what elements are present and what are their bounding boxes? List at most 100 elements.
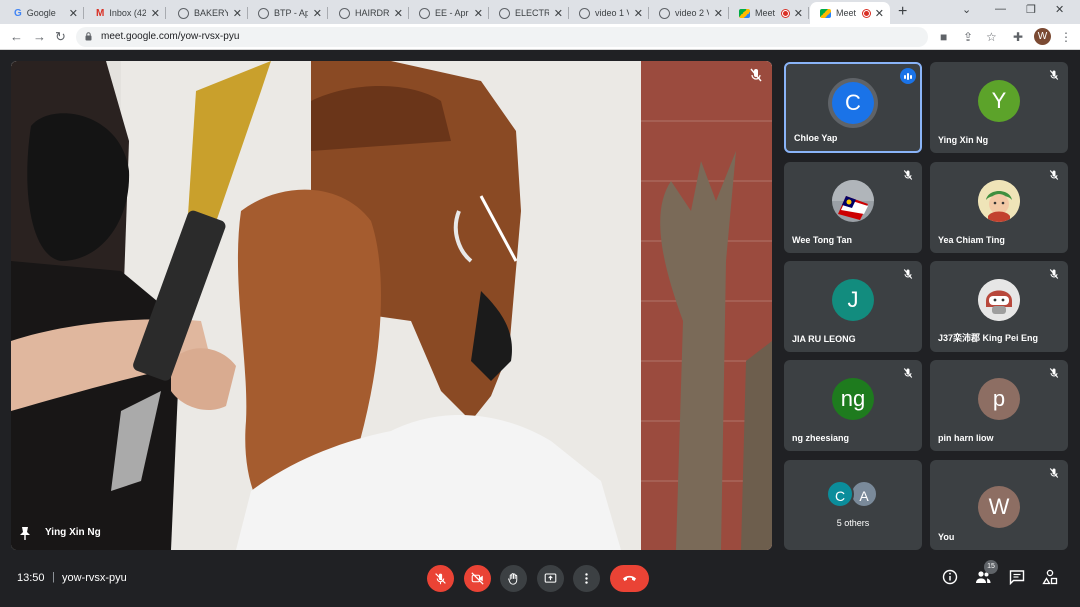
avatar: p	[978, 378, 1020, 420]
camera-indicator-icon[interactable]: ■	[940, 30, 947, 44]
close-tab-icon[interactable]: ✕	[554, 7, 563, 20]
participant-name: Chloe Yap	[794, 133, 838, 143]
new-tab-icon[interactable]: +	[898, 3, 907, 21]
featured-participant-name: Ying Xin Ng	[45, 527, 101, 538]
present-now-button[interactable]	[537, 565, 564, 592]
meeting-controls-bar: 13:50 | yow-rvsx-pyu 15	[0, 556, 1080, 607]
featured-video[interactable]: Ying Xin Ng	[11, 61, 772, 550]
participant-tile[interactable]: Wee Tong Tan	[784, 162, 922, 253]
participant-tile[interactable]: Y Ying Xin Ng	[930, 62, 1068, 153]
tab-meet-2[interactable]: Meet ✕	[810, 2, 890, 24]
participant-tile[interactable]: J37栾沛郡 King Pei Eng	[930, 261, 1068, 352]
participant-name: J37栾沛郡 King Pei Eng	[938, 333, 1039, 343]
tab-google[interactable]: G Google ✕	[4, 2, 84, 24]
share-icon[interactable]: ⇪	[963, 30, 973, 44]
reload-icon[interactable]: ↻	[55, 29, 66, 45]
close-tab-icon[interactable]: ✕	[634, 7, 643, 20]
close-tab-icon[interactable]: ✕	[151, 7, 160, 20]
others-count: 5 others	[836, 518, 870, 528]
chat-icon[interactable]	[1009, 569, 1025, 585]
self-tile[interactable]: W You	[930, 460, 1068, 550]
hang-up-icon	[623, 575, 636, 581]
raise-hand-button[interactable]	[500, 565, 527, 592]
close-tab-icon[interactable]: ✕	[474, 7, 483, 20]
mic-off-icon	[1049, 70, 1059, 80]
restore-icon[interactable]: ❐	[1026, 3, 1036, 16]
bookmark-star-icon[interactable]: ☆	[986, 30, 997, 44]
participant-name: Yea Chiam Ting	[938, 235, 1005, 245]
participant-name: Ying Xin Ng	[938, 135, 989, 145]
participant-name: Wee Tong Tan	[792, 235, 852, 245]
close-tab-icon[interactable]: ✕	[233, 7, 242, 20]
lock-icon	[85, 32, 92, 41]
extensions-icon[interactable]: ✚	[1013, 30, 1023, 44]
google-icon: G	[14, 7, 22, 19]
meeting-clock: 13:50	[17, 572, 45, 584]
tab-label: ELECTRO	[515, 8, 549, 18]
tab-hairdre[interactable]: HAIRDRE ✕	[329, 2, 409, 24]
tab-label: Meet	[836, 8, 857, 18]
tab-bakery[interactable]: BAKERY 2 ✕	[168, 2, 248, 24]
more-menu-icon[interactable]: ⋮	[1060, 30, 1072, 44]
tab-video-1[interactable]: video 1 V ✕	[569, 2, 649, 24]
close-window-icon[interactable]: ✕	[1055, 3, 1064, 16]
tab-btp[interactable]: BTP - Apr ✕	[248, 2, 328, 24]
info-icon[interactable]	[942, 569, 958, 585]
back-icon[interactable]: ←	[10, 29, 23, 44]
participant-name: You	[938, 532, 955, 542]
tab-gmail[interactable]: M Inbox (42 ✕	[86, 2, 166, 24]
activities-icon[interactable]	[1042, 569, 1058, 585]
close-tab-icon[interactable]: ✕	[313, 7, 322, 20]
divider: |	[52, 571, 55, 583]
tab-ee[interactable]: EE - April ✕	[409, 2, 489, 24]
participant-tile[interactable]: C Chloe Yap	[784, 62, 922, 153]
present-screen-icon	[544, 573, 557, 583]
toggle-mic-button[interactable]	[427, 565, 454, 592]
url-text: meet.google.com/yow-rvsx-pyu	[101, 31, 240, 42]
forward-icon[interactable]: →	[33, 29, 46, 44]
meeting-code: yow-rvsx-pyu	[62, 572, 127, 584]
tab-label: Meet	[755, 8, 776, 18]
tab-search-icon[interactable]: ⌄	[962, 3, 971, 16]
globe-icon	[579, 7, 590, 19]
minimize-icon[interactable]: —	[995, 3, 1006, 15]
mic-off-icon	[750, 68, 762, 82]
avatar: ng	[832, 378, 874, 420]
cartoon-avatar-icon	[978, 180, 1020, 222]
participant-tile[interactable]: ng ng zheesiang	[784, 360, 922, 451]
tab-video-2[interactable]: video 2 V ✕	[649, 2, 729, 24]
participant-tile[interactable]: Yea Chiam Ting	[930, 162, 1068, 253]
participant-tile[interactable]: p pin harn liow	[930, 360, 1068, 451]
address-bar: ← → ↻ meet.google.com/yow-rvsx-pyu ■ ⇪ ☆…	[0, 24, 1080, 50]
mic-off-icon	[1049, 170, 1059, 180]
globe-icon	[258, 7, 269, 19]
close-tab-icon[interactable]: ✕	[394, 7, 403, 20]
mic-off-icon	[1049, 368, 1059, 378]
tab-label: EE - April	[435, 8, 469, 18]
mic-off-icon	[1049, 269, 1059, 279]
leave-call-button[interactable]	[610, 565, 649, 592]
toggle-camera-button[interactable]	[464, 565, 491, 592]
globe-icon	[178, 7, 189, 19]
avatar: W	[978, 486, 1020, 528]
pin-icon[interactable]	[19, 526, 31, 540]
more-vert-icon	[585, 573, 588, 584]
close-tab-icon[interactable]: ✕	[714, 7, 723, 20]
more-options-button[interactable]	[573, 565, 600, 592]
profile-avatar[interactable]: W	[1034, 28, 1051, 45]
mic-off-icon	[435, 573, 446, 585]
recording-icon	[781, 9, 789, 17]
avatar: Y	[978, 80, 1020, 122]
omnibox[interactable]: meet.google.com/yow-rvsx-pyu	[76, 27, 928, 47]
participant-tile[interactable]: J JIA RU LEONG	[784, 261, 922, 352]
others-tile[interactable]: C A 5 others	[784, 460, 922, 550]
cartoon-avatar-icon	[978, 279, 1020, 321]
tab-electro[interactable]: ELECTRO ✕	[489, 2, 569, 24]
close-tab-icon[interactable]: ✕	[875, 7, 884, 20]
participant-name: pin harn liow	[938, 433, 994, 443]
avatar: C	[826, 480, 854, 508]
close-tab-icon[interactable]: ✕	[794, 7, 803, 20]
tab-label: BTP - Apr	[274, 8, 308, 18]
close-tab-icon[interactable]: ✕	[69, 7, 78, 20]
tab-meet-1[interactable]: Meet ✕	[729, 2, 809, 24]
